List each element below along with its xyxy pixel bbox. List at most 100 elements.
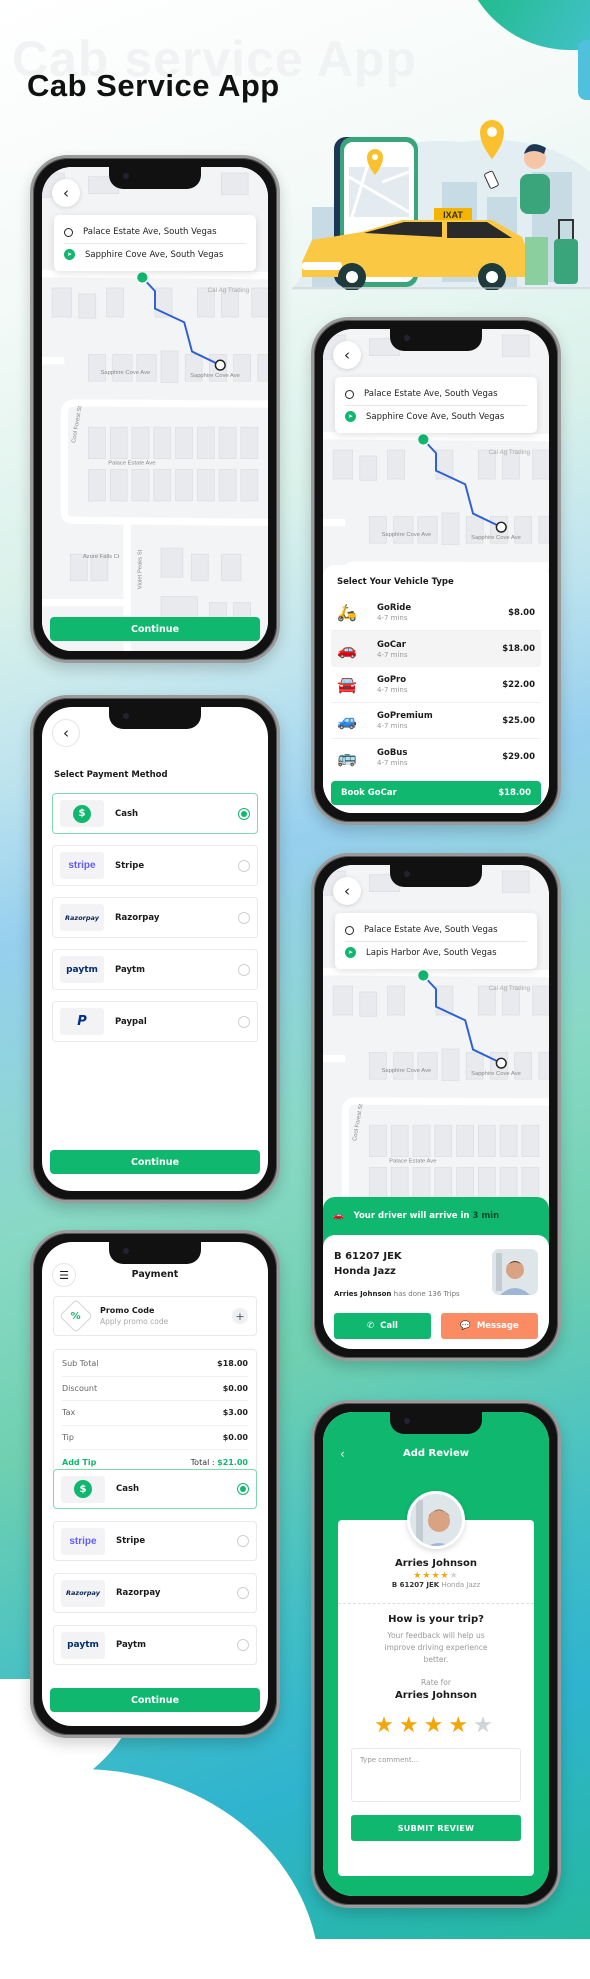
pickup-field[interactable]: Palace Estate Ave, South Vegas (64, 221, 246, 243)
driver-photo (492, 1249, 538, 1295)
payment-option-razorpay[interactable]: Razorpay Razorpay (52, 897, 258, 938)
address-card: Palace Estate Ave, South Vegas ➤ Sapphire… (54, 215, 256, 271)
payment-label: Paypal (115, 1016, 147, 1027)
promo-title: Promo Code (100, 1306, 155, 1315)
phone-notch (109, 167, 201, 189)
payment-option-paytm[interactable]: paytm Paytm (52, 949, 258, 990)
back-button[interactable]: ‹ (333, 877, 361, 905)
vehicle-eta: 4-7 mins (377, 758, 408, 767)
star-filled-icon[interactable]: ★ (399, 1713, 424, 1738)
pickup-field[interactable]: Palace Estate Ave, South Vegas (345, 919, 527, 941)
star-filled-icon[interactable]: ★ (424, 1713, 449, 1738)
payment-option-paypal[interactable]: P Paypal (52, 1001, 258, 1042)
message-button[interactable]: 💬 Message (441, 1313, 538, 1339)
phone-notch (390, 865, 482, 887)
map-label-sapphire-2: Sapphire Cove Ave (190, 373, 240, 379)
start-marker-icon (416, 432, 430, 447)
payment-option-razorpay[interactable]: Razorpay Razorpay (53, 1573, 257, 1613)
message-label: Message (476, 1321, 519, 1331)
map-label-cal-ag: Cal Ag Trading (489, 449, 531, 456)
star-filled-icon: ★ (440, 1571, 450, 1581)
pickup-dot-icon (64, 227, 73, 237)
review-subtitle: Your feedback will help us improve drivi… (384, 1631, 488, 1664)
dollar-icon: $ (74, 1480, 92, 1498)
call-button[interactable]: ✆ Call (334, 1313, 431, 1339)
vehicle-price: $25.00 (502, 715, 535, 726)
map-label-cool-forest: Cool Forest St (71, 405, 83, 443)
summary-row-tip: Tip $0.00 (62, 1426, 248, 1450)
vehicle-option-gopro[interactable]: 🚘 GoPro 4-7 mins $22.00 (331, 667, 541, 703)
payment-option-paytm[interactable]: paytm Paytm (53, 1625, 257, 1665)
star-filled-icon[interactable]: ★ (448, 1713, 473, 1738)
radio-unselected[interactable] (237, 1587, 249, 1599)
vehicle-option-gobus[interactable]: 🚌 GoBus 4-7 mins $29.00 (331, 739, 541, 775)
vehicle-option-gopremium[interactable]: 🚙 GoPremium 4-7 mins $25.00 (331, 703, 541, 739)
radio-selected[interactable] (237, 1483, 249, 1495)
payment-option-stripe[interactable]: stripe Stripe (53, 1521, 257, 1561)
end-marker-icon (214, 359, 226, 371)
cash-logo: $ (61, 1475, 105, 1503)
radio-unselected[interactable] (238, 911, 250, 924)
promo-code-card[interactable]: % Promo Code Apply promo code + (53, 1296, 257, 1336)
total-label: Total : (190, 1457, 215, 1467)
radio-selected[interactable] (238, 807, 250, 820)
payment-method-list: $ Cash stripe Stripe Razorpay Razorpay payt… (52, 793, 258, 1053)
chevron-left-icon: ‹ (63, 724, 69, 742)
book-button[interactable]: Book GoCar $18.00 (331, 781, 541, 805)
continue-button[interactable]: Continue (50, 617, 260, 641)
navigation-arrow-icon: ➤ (345, 411, 356, 422)
phone-route-screen: Lapis Harbor Ave Cal Ag Trading Sapphire… (30, 155, 280, 663)
star-filled-icon[interactable]: ★ (374, 1713, 399, 1738)
man-torso (520, 174, 550, 214)
paytm-logo-text: paytm (67, 1640, 99, 1650)
vehicle-price: $22.00 (502, 679, 535, 690)
add-promo-button[interactable]: + (232, 1308, 248, 1324)
dollar-icon: $ (73, 804, 91, 823)
payment-option-cash[interactable]: $ Cash (52, 793, 258, 834)
phone-icon: ✆ (367, 1321, 375, 1331)
payment-option-cash[interactable]: $ Cash (53, 1469, 257, 1509)
paytm-logo: paytm (61, 1631, 105, 1659)
driver-card: B 61207 JEK Honda Jazz Arries Johnson ha… (323, 1235, 549, 1349)
payment-label: Razorpay (115, 912, 160, 923)
radio-unselected[interactable] (238, 963, 250, 976)
map-label-sapphire-1: Sapphire Cove Ave (381, 532, 431, 538)
star-empty-icon[interactable]: ★ (473, 1713, 498, 1738)
rate-for-label: Rate for (421, 1678, 451, 1687)
phone-driver-screen: Lapis Harbor Ave Cal Ag Trading Sapphire… (311, 853, 561, 1361)
radio-unselected[interactable] (238, 1015, 250, 1028)
star-filled-icon: ★ (431, 1571, 441, 1581)
pickup-text: Palace Estate Ave, South Vegas (364, 389, 498, 399)
destination-field[interactable]: ➤ Sapphire Cove Ave, South Vegas (345, 405, 527, 427)
vehicle-option-goride[interactable]: 🛵 GoRide 4-7 mins $8.00 (331, 595, 541, 631)
payment-method-list: $ Cash stripe Stripe Razorpay Razorpay payt… (53, 1469, 257, 1677)
map-label-cal-ag: Cal Ag Trading (489, 985, 531, 992)
back-button[interactable]: ‹ (52, 719, 80, 747)
razorpay-logo-text: Razorpay (65, 913, 99, 922)
destination-field[interactable]: ➤ Lapis Harbor Ave, South Vegas (345, 941, 527, 963)
vehicle-name: GoRide (377, 603, 412, 613)
stripe-logo-text: stripe (69, 1535, 97, 1547)
payment-option-stripe[interactable]: stripe Stripe (52, 845, 258, 886)
radio-unselected[interactable] (238, 859, 250, 872)
back-button[interactable]: ‹ (52, 179, 80, 207)
submit-review-button[interactable]: SUBMIT REVIEW (351, 1815, 521, 1841)
vehicle-eta: 4-7 mins (377, 650, 408, 659)
stripe-logo: stripe (61, 1527, 105, 1555)
radio-unselected[interactable] (237, 1535, 249, 1547)
rating-input-stars[interactable]: ★★★★★ (338, 1713, 534, 1738)
destination-field[interactable]: ➤ Sapphire Cove Ave, South Vegas (64, 243, 246, 265)
continue-button[interactable]: Continue (50, 1688, 260, 1712)
pickup-field[interactable]: Palace Estate Ave, South Vegas (345, 383, 527, 405)
radio-unselected[interactable] (237, 1639, 249, 1651)
back-button[interactable]: ‹ (333, 341, 361, 369)
driver-rating-stars: ★★★★★ (338, 1571, 534, 1581)
page-title: Cab Service App (27, 68, 280, 103)
vehicle-option-gocar[interactable]: 🚗 GoCar 4-7 mins $18.00 (331, 631, 541, 667)
vehicle-eta: 4-7 mins (377, 722, 408, 730)
add-tip-link[interactable]: Add Tip (62, 1458, 96, 1467)
continue-button[interactable]: Continue (50, 1150, 260, 1174)
payment-label: Paytm (116, 1640, 146, 1650)
end-marker-icon (495, 521, 507, 533)
comment-input[interactable]: Type comment... (351, 1748, 521, 1802)
